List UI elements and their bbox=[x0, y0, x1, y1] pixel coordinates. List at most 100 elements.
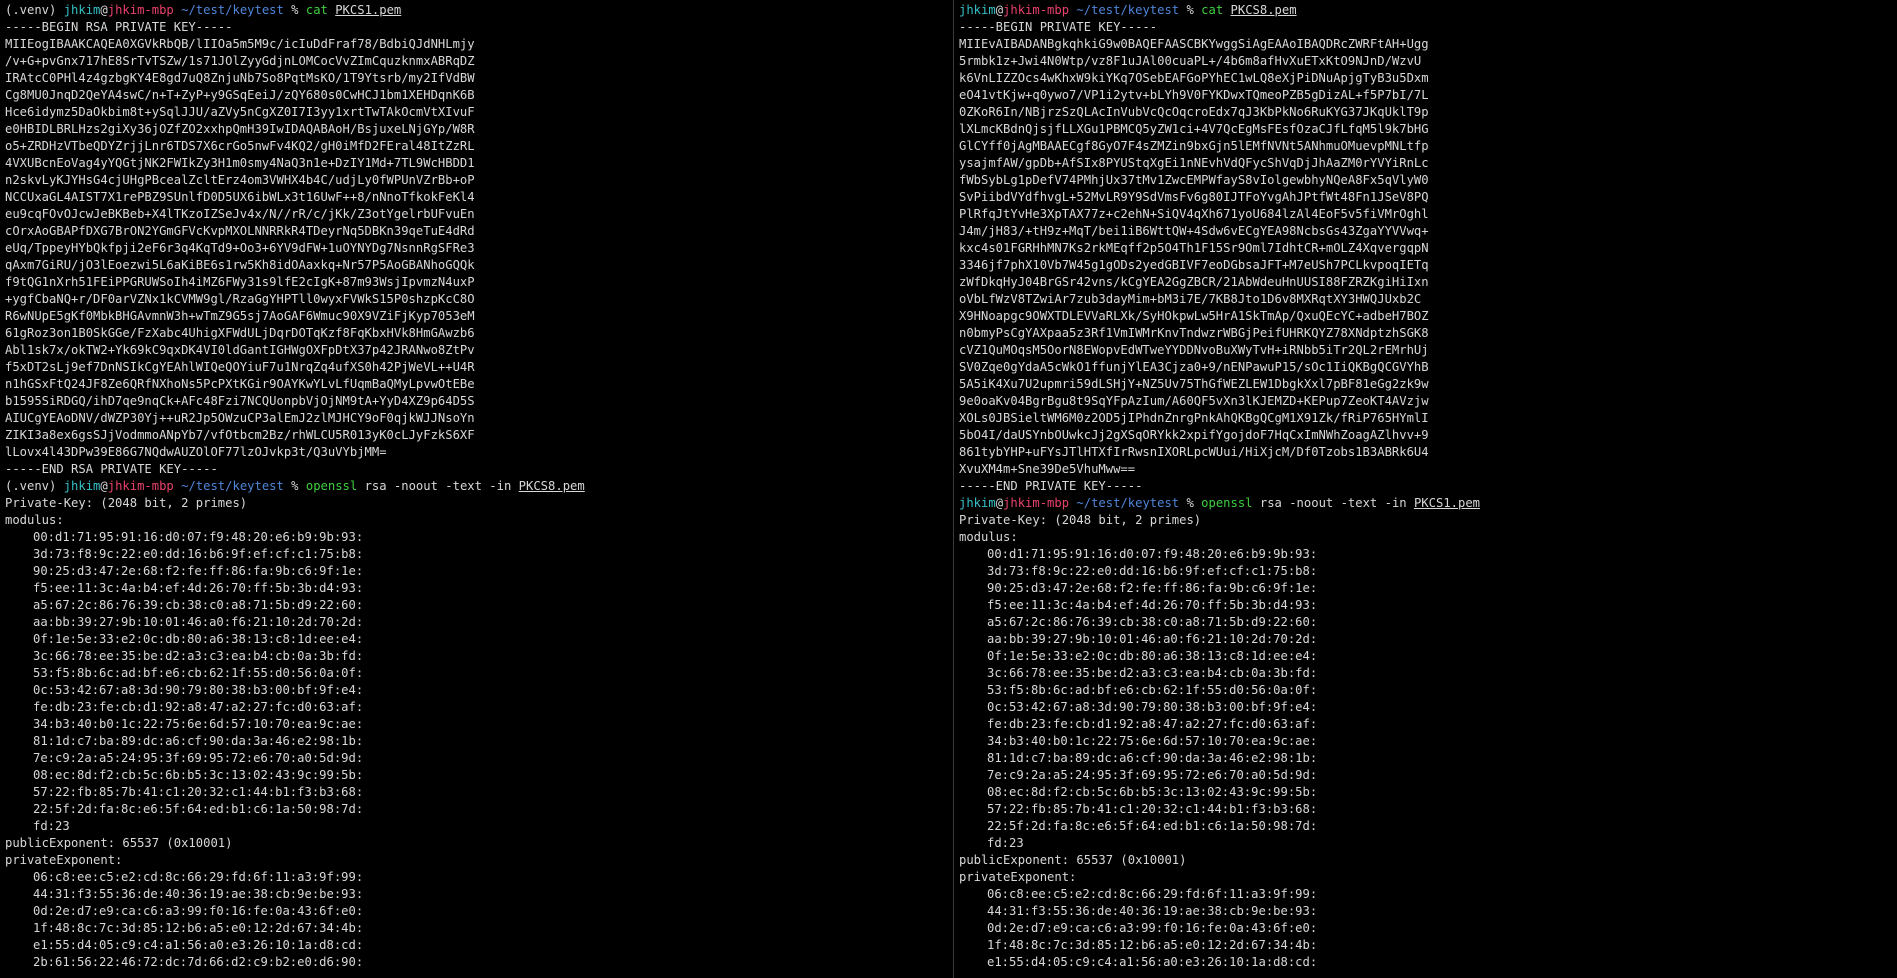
modulus-hex-line: 57:22:fb:85:7b:41:c1:20:32:c1:44:b1:f3:b… bbox=[33, 785, 364, 799]
private-exponent-hex-line: 06:c8:ee:c5:e2:cd:8c:66:29:fd:6f:11:a3:9… bbox=[987, 887, 1318, 901]
modulus-hex-line: 00:d1:71:95:91:16:d0:07:f9:48:20:e6:b9:9… bbox=[987, 547, 1318, 561]
pem-key-line: /v+G+pvGnx717hE8SrTvTSZw/1s71JOlZyyGdjnL… bbox=[5, 54, 475, 68]
pem-key-line: MIIEogIBAAKCAQEA0XGVkRbQB/lIIOa5m5M9c/ic… bbox=[5, 37, 475, 51]
pem-key-line: zWfDkqHyJ04BrGSr42vns/kCgYEA2GgZBCR/21Ab… bbox=[959, 275, 1429, 289]
modulus-hex-line: 7e:c9:2a:a5:24:95:3f:69:95:72:e6:70:a0:5… bbox=[987, 768, 1318, 782]
pem-key-line: e0HBIDLBRLHzs2giXy36jOZfZO2xxhpQmH39IwID… bbox=[5, 122, 475, 136]
prompt-host: jhkim-mbp bbox=[1003, 496, 1070, 510]
terminal-pane-left[interactable]: (.venv) jhkim@jhkim-mbp ~/test/keytest %… bbox=[0, 0, 953, 978]
pem-key-line: NCCUxaGL4AIST7X1rePBZ9SUnlfD0D5UX6ibWLx3… bbox=[5, 190, 475, 204]
pem-key-line: -----BEGIN PRIVATE KEY----- bbox=[959, 20, 1158, 34]
modulus-hex-line: 3d:73:f8:9c:22:e0:dd:16:b6:9f:ef:cf:c1:7… bbox=[987, 564, 1318, 578]
private-exponent-hex-line: 06:c8:ee:c5:e2:cd:8c:66:29:fd:6f:11:a3:9… bbox=[33, 870, 364, 884]
modulus-hex-line: a5:67:2c:86:76:39:cb:38:c0:a8:71:5b:d9:2… bbox=[33, 598, 364, 612]
pem-key-line: AIUCgYEAoDNV/dWZP30Yj++uR2Jp5OWzuCP3alEm… bbox=[5, 411, 475, 425]
modulus-hex-line: 7e:c9:2a:a5:24:95:3f:69:95:72:e6:70:a0:5… bbox=[33, 751, 364, 765]
prompt-host: jhkim-mbp bbox=[1003, 3, 1070, 17]
prompt-path: ~/test/keytest bbox=[1069, 3, 1180, 17]
modulus-hex-line: fe:db:23:fe:cb:d1:92:a8:47:a2:27:fc:d0:6… bbox=[33, 700, 364, 714]
pem-key-line: 5rmbk1z+Jwi4N0Wtp/vz8F1uJAl00cuaPL+/4b6m… bbox=[959, 54, 1422, 68]
pem-key-line: XOLs0JBSieltWM6M0z2OD5jIPhdnZnrgPnkAhQKB… bbox=[959, 411, 1429, 425]
prompt-symbol: % bbox=[1179, 496, 1202, 510]
prompt-line: jhkim@jhkim-mbp ~/test/keytest % openssl… bbox=[959, 495, 1897, 512]
prompt-path: ~/test/keytest bbox=[1069, 496, 1180, 510]
prompt-user: jhkim bbox=[959, 496, 996, 510]
pem-key-line: 5bO4I/daUSYnbOUwkcJj2gXSqORYkk2xpifYgojd… bbox=[959, 428, 1429, 442]
prompt-at: @ bbox=[995, 496, 1004, 510]
private-exponent-hex-line: 0d:2e:d7:e9:ca:c6:a3:99:f0:16:fe:0a:43:6… bbox=[33, 904, 364, 918]
modulus-hex-line: 3d:73:f8:9c:22:e0:dd:16:b6:9f:ef:cf:c1:7… bbox=[33, 547, 364, 561]
pem-key-line: f5xDT2sLj9ef7DnNSIkCgYEAhlWIQeQOYiuF7u1N… bbox=[5, 360, 475, 374]
private-exponent-hex-line: 44:31:f3:55:36:de:40:36:19:ae:38:cb:9e:b… bbox=[987, 904, 1318, 918]
pem-key-line: n0bmyPsCgYAXpaa5z3Rf1VmIWMrKnvTndwzrWBGj… bbox=[959, 326, 1429, 340]
prompt-host: jhkim-mbp bbox=[107, 479, 174, 493]
modulus-hex-line: 08:ec:8d:f2:cb:5c:6b:b5:3c:13:02:43:9c:9… bbox=[33, 768, 364, 782]
file-argument: PKCS8.pem bbox=[1230, 3, 1297, 17]
command-name: openssl bbox=[1201, 496, 1253, 510]
pem-key-line: oVbLfWzV8TZwiAr7zub3dayMim+bM3i7E/7KB8Jt… bbox=[959, 292, 1422, 306]
file-argument: PKCS1.pem bbox=[1413, 496, 1481, 510]
private-exponent-hex-line: 1f:48:8c:7c:3d:85:12:b6:a5:e0:12:2d:67:3… bbox=[987, 938, 1318, 952]
pem-key-line: eUq/TppeyHYbQkfpji2eF6r3q4KqTd9+Oo3+6YV9… bbox=[5, 241, 475, 255]
modulus-hex-line: 22:5f:2d:fa:8c:e6:5f:64:ed:b1:c6:1a:50:9… bbox=[33, 802, 364, 816]
modulus-hex-line: 3c:66:78:ee:35:be:d2:a3:c3:ea:b4:cb:0a:3… bbox=[33, 649, 364, 663]
pem-key-line: XvuXM4m+Sne39De5VhuMww== bbox=[959, 462, 1136, 476]
modulus-hex-line: 08:ec:8d:f2:cb:5c:6b:b5:3c:13:02:43:9c:9… bbox=[987, 785, 1318, 799]
file-argument: PKCS1.pem bbox=[335, 3, 402, 17]
pem-key-line: -----END PRIVATE KEY----- bbox=[959, 479, 1143, 493]
pem-key-line: Cg8MU0JnqD2QeYA4swC/n+T+ZyP+y9GSqEeiJ/zQ… bbox=[5, 88, 475, 102]
pem-key-line: X9HNoapgc9OWXTDLEVVaRLXk/SyHOkpwLw5HrA1S… bbox=[959, 309, 1429, 323]
pem-key-line: Abl1sk7x/okTW2+Yk69kC9qxDK4VI0ldGantIGHW… bbox=[5, 343, 475, 357]
command-args bbox=[1223, 3, 1230, 17]
pem-key-line: J4m/jH83/+tH9z+MqT/bei1iB6WttQW+4Sdw6vEC… bbox=[959, 224, 1429, 238]
prompt-line: (.venv) jhkim@jhkim-mbp ~/test/keytest %… bbox=[5, 478, 953, 495]
pem-key-line: 9e0oaKv04BgrBgu8t9SqYFpAzIum/A60QF5vXn3l… bbox=[959, 394, 1429, 408]
prompt-at: @ bbox=[100, 479, 108, 493]
prompt-symbol: % bbox=[283, 479, 306, 493]
modulus-hex-line: 0f:1e:5e:33:e2:0c:db:80:a6:38:13:c8:1d:e… bbox=[987, 649, 1318, 663]
pem-key-line: 861tybYHP+uFYsJTlHTXfIrRwsnIXORLpcWUui/H… bbox=[959, 445, 1429, 459]
pem-key-line: Hce6idymz5DaOkbim8t+ySqlJJU/aZVy5nCgXZ0I… bbox=[5, 105, 475, 119]
private-key-header: Private-Key: (2048 bit, 2 primes) bbox=[5, 496, 248, 510]
pem-key-line: -----BEGIN RSA PRIVATE KEY----- bbox=[5, 20, 233, 34]
pem-key-line: ZIKI3a8ex6gsSJjVodmmoANpYb7/vfOtbcm2Bz/r… bbox=[5, 428, 475, 442]
command-name: openssl bbox=[305, 479, 358, 493]
pem-key-line: qAxm7GiRU/jO3lEoezwi5L6aKiBE6s1rw5Kh8idO… bbox=[5, 258, 475, 272]
pem-key-line: SvPiibdVYdfhvgL+52MvLR9Y9SdVmsFv6g80IJTF… bbox=[959, 190, 1429, 204]
prompt-host: jhkim-mbp bbox=[107, 3, 174, 17]
modulus-hex-line: 81:1d:c7:ba:89:dc:a6:cf:90:da:3a:46:e2:9… bbox=[33, 734, 364, 748]
pem-key-line: fWbSybLg1pDefV74PMhjUx37tMv1ZwcEMPWfayS8… bbox=[959, 173, 1429, 187]
prompt-path: ~/test/keytest bbox=[173, 3, 284, 17]
prompt-symbol: % bbox=[1179, 3, 1202, 17]
pem-key-line: 3346jf7phX10Vb7W45g1gODs2yedGBIVF7eoDGbs… bbox=[959, 258, 1429, 272]
prompt-symbol: % bbox=[283, 3, 306, 17]
modulus-hex-line: fd:23 bbox=[33, 819, 70, 833]
venv-indicator: (.venv) bbox=[5, 479, 64, 493]
pem-key-line: PlRfqJtYvHe3XpTAX77z+c2ehN+SiQV4qXh671yo… bbox=[959, 207, 1429, 221]
private-exponent-hex-line: 44:31:f3:55:36:de:40:36:19:ae:38:cb:9e:b… bbox=[33, 887, 364, 901]
modulus-label: modulus: bbox=[959, 530, 1018, 544]
pem-key-line: 0ZKoR6In/NBjrzSzQLAcInVubVcQcOqcroEdx7qJ… bbox=[959, 105, 1429, 119]
pem-key-line: kxc4s01FGRHhMN7Ks2rkMEqff2p5O4Th1F15Sr9O… bbox=[959, 241, 1429, 255]
prompt-user: jhkim bbox=[63, 3, 101, 17]
modulus-hex-line: 0f:1e:5e:33:e2:0c:db:80:a6:38:13:c8:1d:e… bbox=[33, 632, 364, 646]
private-exponent-hex-line: 2b:61:56:22:46:72:dc:7d:66:d2:c9:b2:e0:d… bbox=[33, 955, 364, 969]
modulus-hex-line: a5:67:2c:86:76:39:cb:38:c0:a8:71:5b:d9:2… bbox=[987, 615, 1318, 629]
prompt-at: @ bbox=[995, 3, 1004, 17]
pem-key-line: eu9cqFOvOJcwJeBKBeb+X4lTKzoIZSeJv4x/N//r… bbox=[5, 207, 475, 221]
public-exponent: publicExponent: 65537 (0x10001) bbox=[5, 836, 233, 850]
modulus-hex-line: aa:bb:39:27:9b:10:01:46:a0:f6:21:10:2d:7… bbox=[33, 615, 364, 629]
pem-key-line: GlCYff0jAgMBAAECgf8GyO7F4sZMZin9bxGjn5lE… bbox=[959, 139, 1429, 153]
terminal-pane-right[interactable]: jhkim@jhkim-mbp ~/test/keytest % cat PKC… bbox=[954, 0, 1897, 978]
private-exponent-label: privateExponent: bbox=[5, 853, 123, 867]
modulus-hex-line: fe:db:23:fe:cb:d1:92:a8:47:a2:27:fc:d0:6… bbox=[987, 717, 1318, 731]
pem-key-line: n2skvLyKJYHsG4cjUHgPBcealZcltErz4om3VWHX… bbox=[5, 173, 475, 187]
modulus-hex-line: 0c:53:42:67:a8:3d:90:79:80:38:b3:00:bf:9… bbox=[987, 700, 1318, 714]
file-argument: PKCS8.pem bbox=[518, 479, 585, 493]
private-key-header: Private-Key: (2048 bit, 2 primes) bbox=[959, 513, 1202, 527]
modulus-hex-line: 34:b3:40:b0:1c:22:75:6e:6d:57:10:70:ea:9… bbox=[33, 717, 364, 731]
pem-key-line: cOrxAoGBAPfDXG7BrON2YGmGFVcKvpMXOLNNRRkR… bbox=[5, 224, 475, 238]
pem-key-line: cVZ1QuMOqsM5OorN8EWopvEdWTweYYDDNvoBuXWy… bbox=[959, 343, 1429, 357]
private-exponent-hex-line: 1f:48:8c:7c:3d:85:12:b6:a5:e0:12:2d:67:3… bbox=[33, 921, 364, 935]
command-args: rsa -noout -text -in bbox=[1252, 496, 1414, 510]
